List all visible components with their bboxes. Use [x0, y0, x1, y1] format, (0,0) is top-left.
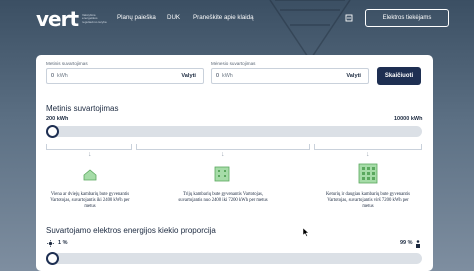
category-text-3: Keturių ir daugiau kambarių bute gyvenan…	[326, 192, 410, 209]
annual-slider-title: Metinis suvartojimas	[46, 104, 119, 113]
logo-tagline: Valstybinė energetikos reguliavimo taryb…	[82, 12, 107, 24]
large-building-icon	[358, 163, 378, 184]
monthly-consumption-field[interactable]: 0 kWh Valyti	[211, 68, 369, 84]
category-bracket-1	[46, 144, 132, 150]
print-icon[interactable]	[345, 14, 353, 22]
medium-building-icon	[214, 166, 230, 182]
monthly-value: 0	[216, 73, 219, 79]
small-house-icon	[83, 169, 97, 181]
category-arrow-2: ↓	[221, 151, 225, 158]
nav-report-error[interactable]: Praneškite apie klaidą	[193, 14, 254, 21]
proportion-left-label: 1 %	[58, 240, 68, 246]
annual-clear-button[interactable]: Valyti	[181, 73, 196, 79]
monthly-clear-button[interactable]: Valyti	[346, 73, 361, 79]
category-arrow-1: ↓	[88, 151, 92, 158]
category-bracket-2	[136, 144, 310, 150]
category-bracket-3	[314, 144, 422, 150]
category-text-1: Viena ar dviejų kambarių bute gyvenantis…	[50, 192, 130, 209]
annual-consumption-label: Metinis suvartojimas	[46, 61, 88, 66]
proportion-slider-thumb[interactable]	[46, 252, 59, 265]
annual-slider-thumb[interactable]	[46, 125, 59, 138]
annual-slider-track[interactable]	[46, 126, 422, 137]
annual-value: 0	[51, 73, 54, 79]
proportion-right-label: 99 %	[400, 240, 413, 246]
mouse-cursor-icon	[303, 228, 309, 237]
nav-plan-search[interactable]: Planų paieška	[117, 14, 156, 21]
site-header: vert Valstybinė energetikos reguliavimo …	[0, 0, 474, 40]
monthly-consumption-label: Mėnesio suvartojimas	[211, 61, 256, 66]
annual-max-label: 10000 kWh	[394, 116, 423, 122]
calculate-button[interactable]: Skaičiuoti	[377, 67, 421, 85]
nav-faq[interactable]: DUK	[167, 14, 180, 21]
proportion-title: Suvartojamo elektros energijos kiekio pr…	[46, 226, 216, 235]
category-text-2: Trijų kambarių bute gyvenantis Vartotoja…	[178, 192, 268, 203]
logo-word: vert	[36, 7, 79, 31]
sun-icon	[47, 240, 54, 247]
proportion-slider-track[interactable]	[46, 253, 422, 264]
annual-unit: kWh	[57, 73, 68, 79]
category-arrow-3: ↓	[366, 151, 370, 158]
monthly-unit: kWh	[222, 73, 233, 79]
annual-min-label: 200 kWh	[46, 116, 69, 122]
supplier-button[interactable]: Elektros tiekėjams	[365, 9, 449, 27]
vert-logo[interactable]: vert Valstybinė energetikos reguliavimo …	[36, 9, 108, 29]
annual-consumption-field[interactable]: 0 kWh Valyti	[46, 68, 204, 84]
person-icon	[416, 240, 420, 248]
